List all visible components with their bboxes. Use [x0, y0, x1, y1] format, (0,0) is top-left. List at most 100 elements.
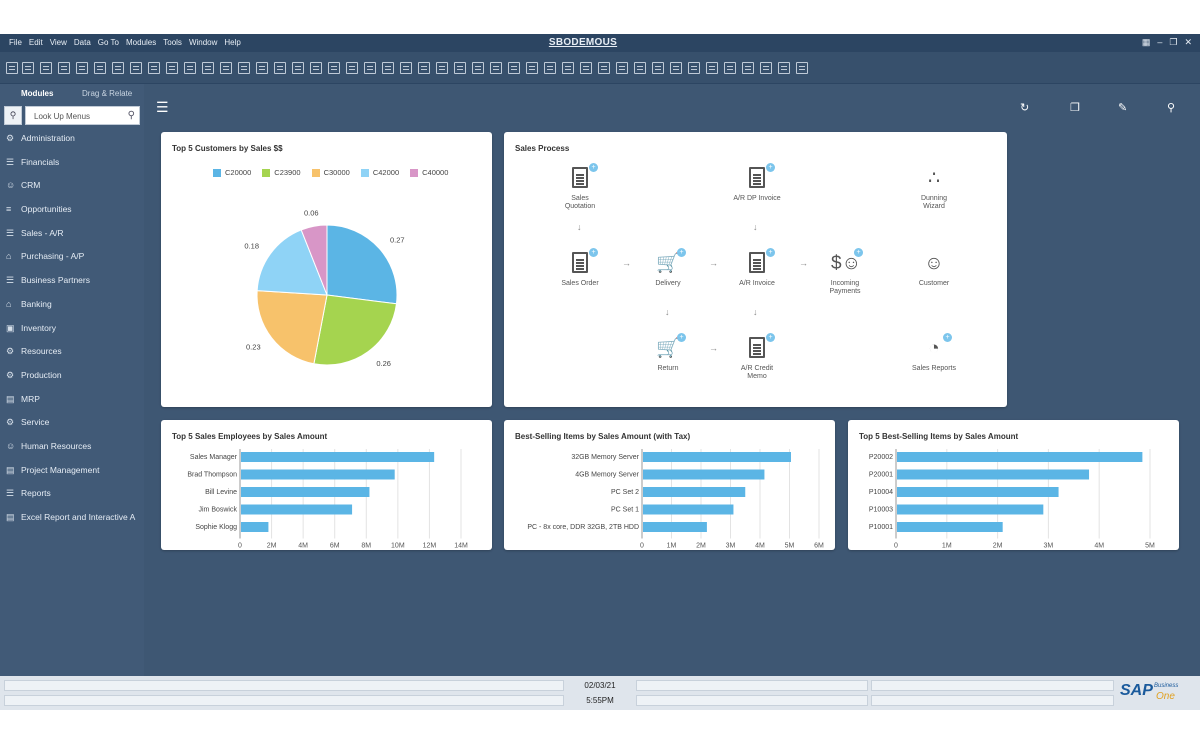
sidebar-item-production[interactable]: ⚙ Production: [0, 369, 144, 393]
toolbar-button-icon[interactable]: [508, 62, 520, 74]
menu-search-input[interactable]: Look Up Menus ⚲: [25, 106, 140, 125]
toolbar-button-icon[interactable]: [490, 62, 502, 74]
toolbar-button-icon[interactable]: [742, 62, 754, 74]
bar[interactable]: [897, 452, 1143, 462]
add-badge-icon[interactable]: +: [677, 248, 686, 257]
tab-modules[interactable]: Modules: [21, 89, 53, 98]
toolbar-button-icon[interactable]: [382, 62, 394, 74]
toolbar-button-icon[interactable]: [580, 62, 592, 74]
process-node-delivery[interactable]: 🛒 + Delivery: [633, 248, 703, 288]
toolbar-button-icon[interactable]: [112, 62, 124, 74]
process-node-incoming[interactable]: $☺ + Incoming Payments: [810, 248, 880, 296]
bar[interactable]: [897, 469, 1090, 480]
toolbar-button-icon[interactable]: [328, 62, 340, 74]
toolbar-button-icon[interactable]: [130, 62, 142, 74]
edit-icon[interactable]: ✎: [1118, 101, 1127, 114]
bar[interactable]: [897, 487, 1059, 497]
add-badge-icon[interactable]: +: [589, 163, 598, 172]
sidebar-item-project-management[interactable]: ▤ Project Management: [0, 464, 144, 488]
toolbar-button-icon[interactable]: [634, 62, 646, 74]
process-node-dunning[interactable]: ∴ Dunning Wizard: [899, 166, 969, 211]
add-badge-icon[interactable]: +: [854, 248, 863, 257]
toolbar-button-icon[interactable]: [670, 62, 682, 74]
widget-sales-process[interactable]: Sales Process + Sales Quotation + A/R DP Inv…: [504, 132, 1007, 407]
sidebar-item-resources[interactable]: ⚙ Resources: [0, 345, 144, 369]
toolbar-button-icon[interactable]: [616, 62, 628, 74]
restore-icon[interactable]: ❐: [1169, 37, 1177, 48]
add-badge-icon[interactable]: +: [677, 333, 686, 342]
toolbar-button-icon[interactable]: [274, 62, 286, 74]
bar[interactable]: [241, 522, 269, 532]
toolbar-button-icon[interactable]: [202, 62, 214, 74]
bar[interactable]: [241, 452, 435, 462]
toolbar-button-icon[interactable]: [688, 62, 700, 74]
process-node-order[interactable]: + Sales Order: [545, 248, 615, 288]
bar[interactable]: [643, 452, 791, 462]
widget-top-customers[interactable]: Top 5 Customers by Sales $$ C20000 C23900…: [161, 132, 492, 407]
toolbar-button-icon[interactable]: [652, 62, 664, 74]
refresh-icon[interactable]: ↻: [1020, 101, 1029, 114]
sidebar-item-mrp[interactable]: ▤ MRP: [0, 393, 144, 417]
process-node-return[interactable]: 🛒 + Return: [633, 333, 703, 373]
toolbar-button-icon[interactable]: [526, 62, 538, 74]
bar[interactable]: [643, 504, 734, 515]
process-node-arinvoice[interactable]: + A/R Invoice: [722, 248, 792, 288]
toolbar-button-icon[interactable]: [436, 62, 448, 74]
bar[interactable]: [897, 522, 1003, 532]
toolbar-button-icon[interactable]: [40, 62, 52, 74]
sidebar-item-banking[interactable]: ⌂ Banking: [0, 298, 144, 322]
toolbar-button-icon[interactable]: [292, 62, 304, 74]
toolbar-button-icon[interactable]: [760, 62, 772, 74]
toolbar-button-icon[interactable]: [238, 62, 250, 74]
toolbar-button-icon[interactable]: [454, 62, 466, 74]
open-cockpit-icon[interactable]: ❐: [1070, 101, 1080, 114]
toolbar-button-icon[interactable]: [796, 62, 808, 74]
toolbar-button-icon[interactable]: [58, 62, 70, 74]
toolbar-button-icon[interactable]: [184, 62, 196, 74]
toolbar-button-icon[interactable]: [148, 62, 160, 74]
toolbar-button-icon[interactable]: [724, 62, 736, 74]
process-node-credit[interactable]: + A/R Credit Memo: [722, 333, 792, 381]
sidebar-item-reports[interactable]: ☰ Reports: [0, 487, 144, 511]
bar[interactable]: [643, 469, 765, 480]
process-node-customer[interactable]: ☺ Customer: [899, 251, 969, 288]
bar[interactable]: [241, 469, 395, 480]
hamburger-menu-icon[interactable]: ☰: [156, 99, 169, 116]
sidebar-item-excel-report-and-interactive-a[interactable]: ▤ Excel Report and Interactive A: [0, 511, 144, 535]
bar[interactable]: [643, 522, 707, 532]
pie-slice-c23900[interactable]: [313, 294, 398, 366]
add-badge-icon[interactable]: +: [766, 163, 775, 172]
sidebar-item-financials[interactable]: ☰ Financials: [0, 156, 144, 180]
add-badge-icon[interactable]: +: [766, 248, 775, 257]
search-icon[interactable]: ⚲: [1167, 101, 1175, 114]
toolbar-button-icon[interactable]: [6, 62, 18, 74]
toolbar-button-icon[interactable]: [418, 62, 430, 74]
key-icon[interactable]: ⚲: [4, 106, 22, 125]
toolbar-button-icon[interactable]: [472, 62, 484, 74]
add-badge-icon[interactable]: +: [943, 333, 952, 342]
toolbar-button-icon[interactable]: [22, 62, 34, 74]
toolbar-button-icon[interactable]: [310, 62, 322, 74]
add-badge-icon[interactable]: +: [589, 248, 598, 257]
bar[interactable]: [643, 487, 746, 497]
toolbar-button-icon[interactable]: [220, 62, 232, 74]
toolbar-button-icon[interactable]: [544, 62, 556, 74]
process-node-ardp[interactable]: + A/R DP Invoice: [722, 163, 792, 203]
search-icon[interactable]: ⚲: [128, 110, 135, 121]
sidebar-item-business-partners[interactable]: ☰ Business Partners: [0, 274, 144, 298]
bar[interactable]: [241, 504, 353, 515]
sidebar-item-inventory[interactable]: ▣ Inventory: [0, 322, 144, 346]
toolbar-button-icon[interactable]: [598, 62, 610, 74]
tab-drag-relate[interactable]: Drag & Relate: [82, 89, 132, 98]
process-node-reports[interactable]: ◔ + Sales Reports: [899, 333, 969, 373]
widget-top-best-selling-items[interactable]: Top 5 Best-Selling Items by Sales Amount…: [848, 420, 1179, 550]
process-node-quotation[interactable]: + Sales Quotation: [545, 163, 615, 211]
bar[interactable]: [897, 504, 1044, 515]
toolbar-button-icon[interactable]: [778, 62, 790, 74]
sidebar-item-opportunities[interactable]: ≡ Opportunities: [0, 203, 144, 227]
toolbar-button-icon[interactable]: [256, 62, 268, 74]
toolbar-button-icon[interactable]: [346, 62, 358, 74]
add-badge-icon[interactable]: +: [766, 333, 775, 342]
sidebar-item-sales-a-r[interactable]: ☰ Sales - A/R: [0, 227, 144, 251]
toolbar-button-icon[interactable]: [94, 62, 106, 74]
